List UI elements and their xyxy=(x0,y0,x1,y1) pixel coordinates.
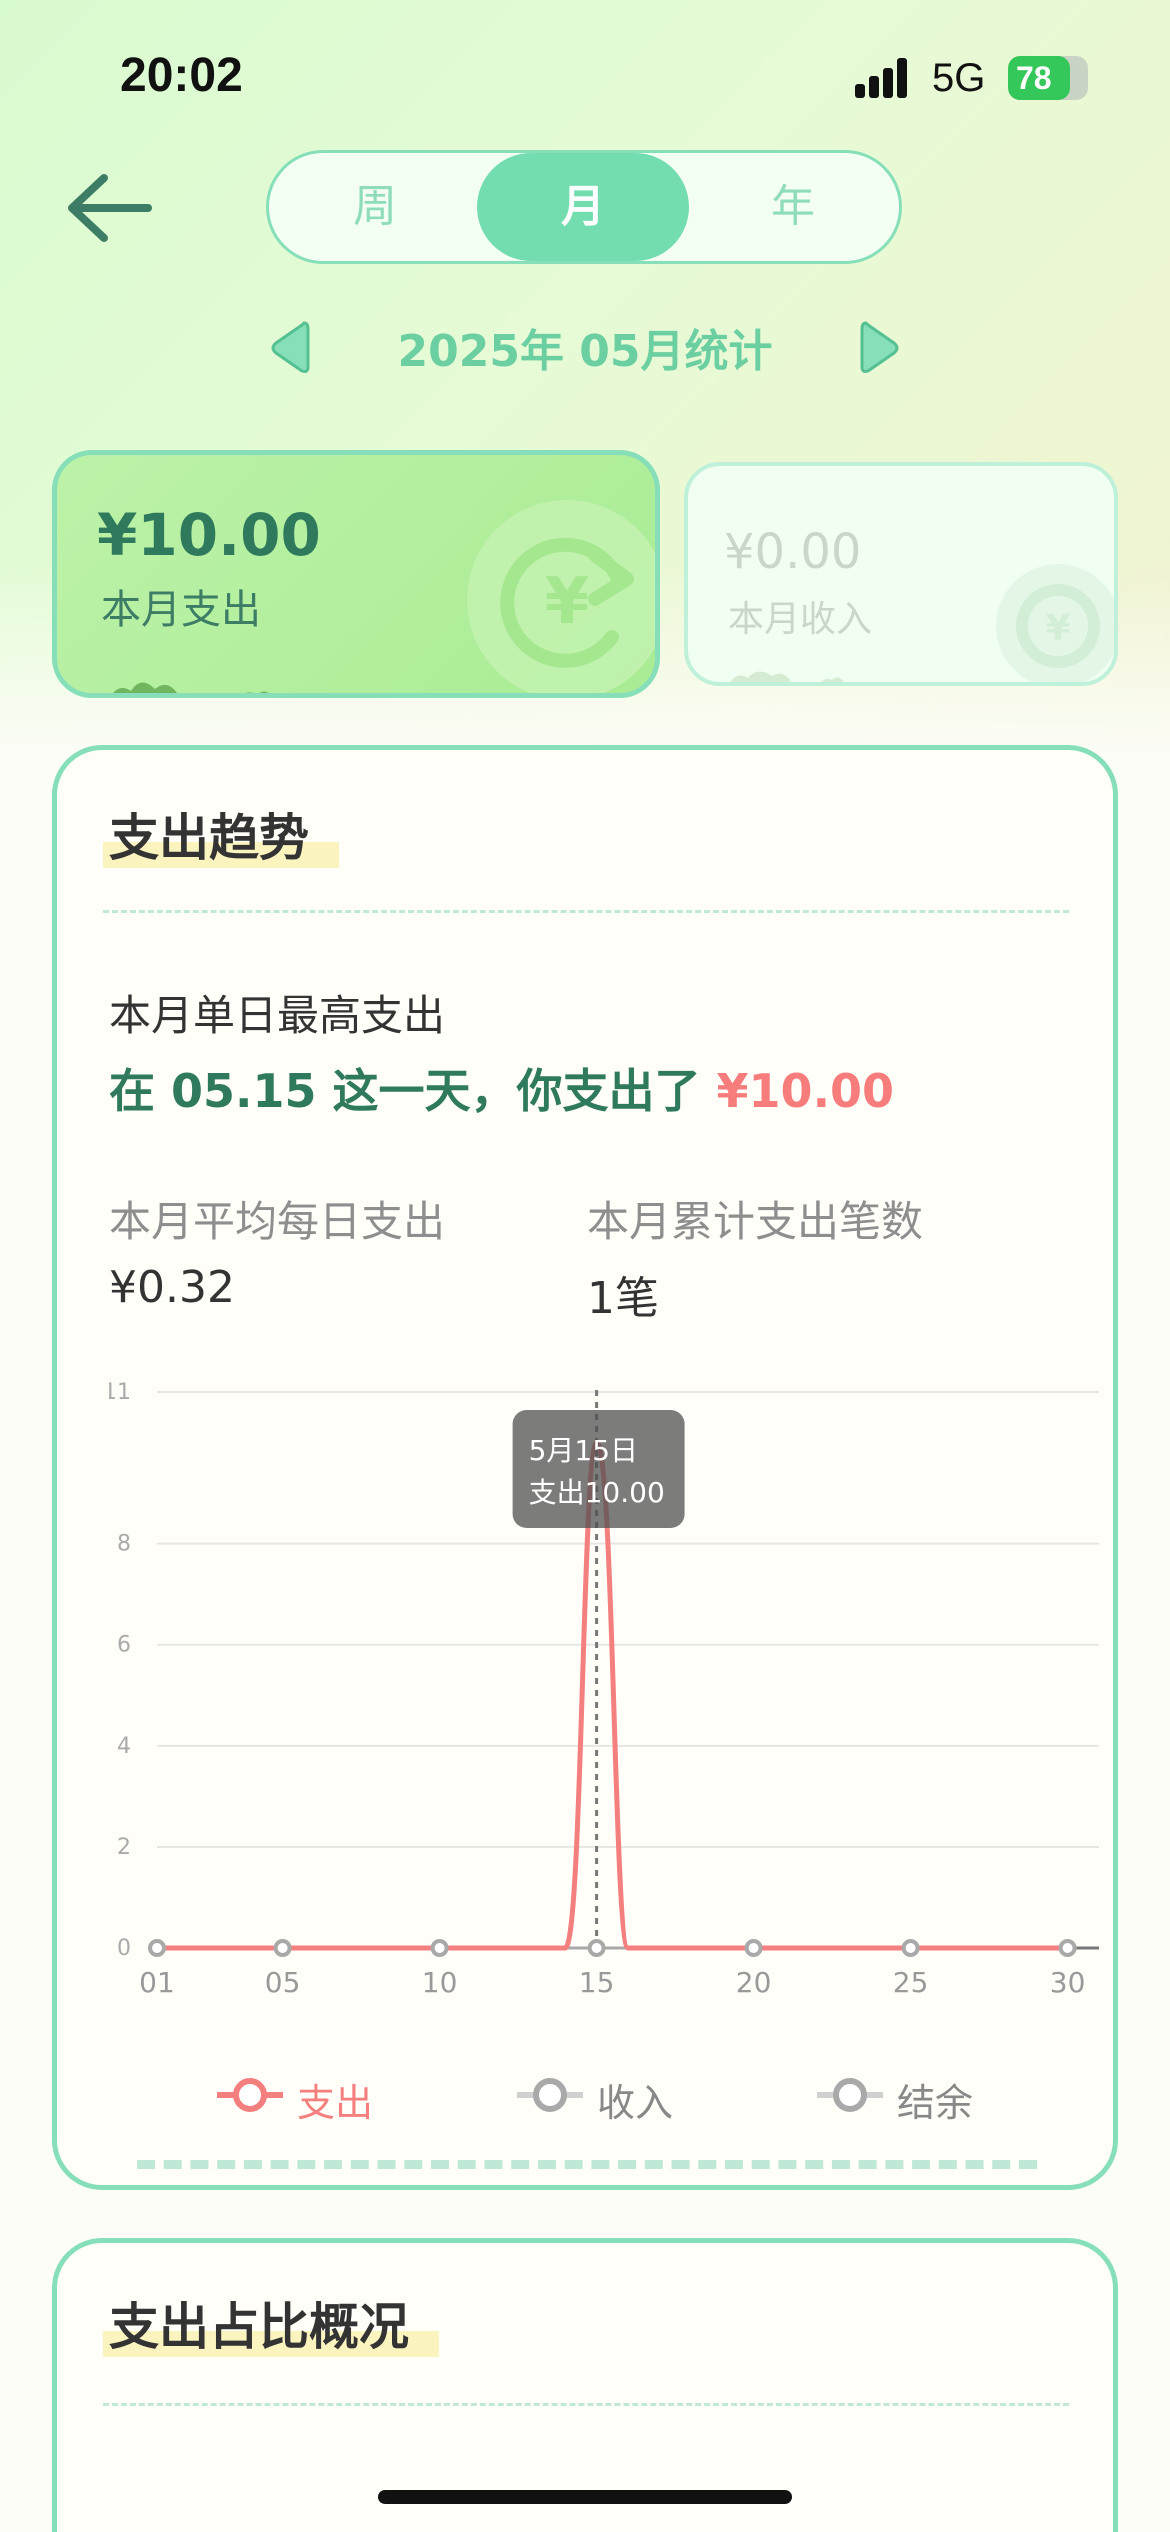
max-expense-sentence: 在 05.15 这一天，你支出了 ¥10.00 xyxy=(109,1055,894,1121)
y-tick-label: 8 xyxy=(117,1532,131,1557)
back-arrow-icon[interactable] xyxy=(62,170,158,246)
legend-income-marker-icon xyxy=(517,2078,583,2112)
next-period-icon[interactable] xyxy=(858,319,902,377)
x-tick-label: 15 xyxy=(579,1966,615,1999)
home-indicator[interactable] xyxy=(378,2490,792,2504)
avg-expense-label: 本月平均每日支出 xyxy=(109,1197,446,1246)
period-segmented-control: 周 月 年 xyxy=(266,150,902,264)
battery-percent: 78 xyxy=(1016,60,1052,96)
max-expense-prefix: 在 05.15 这一天，你支出了 xyxy=(109,1064,717,1118)
x-tick-label: 05 xyxy=(265,1966,301,1999)
network-type: 5G xyxy=(932,56,986,100)
data-point xyxy=(1058,1939,1077,1957)
data-point xyxy=(901,1939,920,1957)
grass-decoration xyxy=(113,682,269,693)
income-amount: ¥0.00 xyxy=(724,524,862,580)
trend-title: 支出趋势 xyxy=(103,798,339,870)
y-tick-label: 0 xyxy=(117,1936,131,1961)
data-point xyxy=(273,1939,292,1957)
legend-balance[interactable]: 结余 xyxy=(817,2060,1017,2130)
grass-decoration xyxy=(730,671,844,682)
y-tick-label: 2 xyxy=(117,1835,131,1860)
chart-tooltip xyxy=(512,1410,685,1528)
income-wallet-icon: ¥ xyxy=(996,564,1114,682)
tab-month[interactable]: 月 xyxy=(477,153,689,261)
expense-trend-panel: 支出趋势 本月单日最高支出 在 05.15 这一天，你支出了 ¥10.00 本月… xyxy=(52,745,1118,2190)
period-label: 2025年 05月统计 xyxy=(397,326,773,377)
chart-legend: 支出 收入 结余 xyxy=(57,2060,1113,2130)
status-bar: 20:02 5G 78 xyxy=(0,0,1170,150)
divider xyxy=(103,2403,1069,2406)
legend-income-label: 收入 xyxy=(597,2081,674,2125)
status-time: 20:02 xyxy=(120,49,243,102)
svg-text:¥: ¥ xyxy=(545,565,590,639)
legend-expense-marker-icon xyxy=(217,2078,283,2112)
period-navigator: 2025年 05月统计 xyxy=(0,315,1170,381)
expense-ratio-panel: 支出占比概况 xyxy=(52,2238,1118,2532)
x-tick-label: 01 xyxy=(139,1966,175,1999)
divider xyxy=(103,910,1069,913)
x-tick-label: 20 xyxy=(736,1966,772,1999)
avg-expense-value: ¥0.32 xyxy=(109,1262,235,1313)
expense-label: 本月支出 xyxy=(101,587,261,633)
tab-year[interactable]: 年 xyxy=(687,153,899,261)
signal-icon xyxy=(855,58,915,98)
x-tick-label: 30 xyxy=(1050,1966,1086,1999)
tooltip-date: 5月15日 xyxy=(529,1434,638,1467)
legend-balance-label: 结余 xyxy=(897,2081,974,2125)
max-expense-label: 本月单日最高支出 xyxy=(109,991,446,1040)
y-tick-label: 6 xyxy=(117,1633,131,1658)
data-point xyxy=(148,1939,166,1957)
tooltip-value: 支出10.00 xyxy=(529,1476,665,1509)
y-tick-label: 4 xyxy=(117,1734,131,1759)
monthly-expense-card[interactable]: ¥10.00 本月支出 ¥ xyxy=(52,450,660,698)
x-tick-label: 10 xyxy=(422,1966,458,1999)
expense-count-value: 1笔 xyxy=(587,1273,659,1324)
y-tick-label: 11 xyxy=(109,1380,131,1405)
x-tick-label: 25 xyxy=(893,1966,929,1999)
legend-expense[interactable]: 支出 xyxy=(217,2060,417,2130)
svg-text:¥: ¥ xyxy=(1045,608,1070,649)
panel-bottom-decoration xyxy=(137,2160,1037,2169)
tab-week[interactable]: 周 xyxy=(269,153,481,261)
expense-trend-chart[interactable]: 0 2 4 6 8 11 01 05 10 15 20 25 30 5月15日支出10.00 xyxy=(109,1370,1099,2050)
monthly-income-card[interactable]: ¥0.00 本月收入 ¥ xyxy=(684,462,1118,686)
expense-count-label: 本月累计支出笔数 xyxy=(587,1197,924,1246)
expense-yuan-icon: ¥ xyxy=(467,500,655,693)
legend-income[interactable]: 收入 xyxy=(517,2060,717,2130)
expense-amount: ¥10.00 xyxy=(97,501,321,569)
legend-balance-marker-icon xyxy=(817,2078,883,2112)
data-point xyxy=(587,1939,606,1957)
data-point xyxy=(430,1939,449,1957)
max-expense-amount: ¥10.00 xyxy=(716,1064,895,1118)
ratio-title: 支出占比概况 xyxy=(103,2287,439,2359)
income-label: 本月收入 xyxy=(728,599,873,640)
data-point xyxy=(744,1939,763,1957)
battery-icon: 78 xyxy=(1008,56,1088,100)
legend-expense-label: 支出 xyxy=(297,2081,374,2125)
